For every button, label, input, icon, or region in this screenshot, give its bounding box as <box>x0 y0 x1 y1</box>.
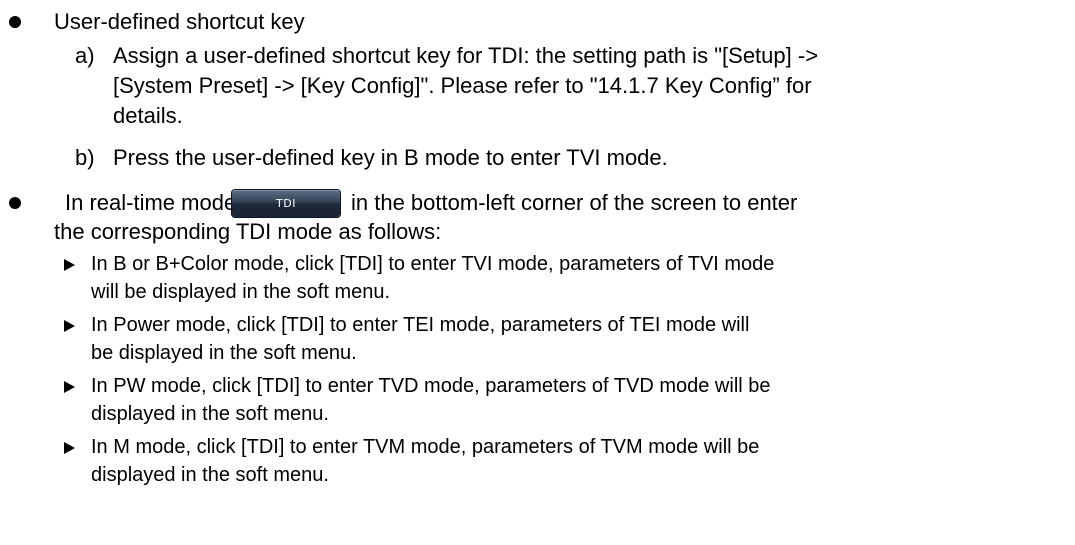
document-page: User-defined shortcut key a) Assign a us… <box>0 0 1075 545</box>
list-item-line: In Power mode, click [TDI] to enter TEI … <box>91 314 750 336</box>
intro-text-after-button: in the bottom-left corner of the screen … <box>351 190 798 215</box>
bullet-icon <box>9 197 21 209</box>
list-item-line: In M mode, click [TDI] to enter TVM mode… <box>91 436 760 458</box>
section-title: User-defined shortcut key <box>54 9 305 34</box>
arrow-bullet-icon <box>64 442 75 454</box>
step-line: Press the user-defined key in B mode to … <box>113 145 668 170</box>
list-item-line: In PW mode, click [TDI] to enter TVD mod… <box>91 375 771 397</box>
arrow-bullet-icon <box>64 259 75 271</box>
step-marker: a) <box>75 43 95 68</box>
arrow-bullet-icon <box>64 320 75 332</box>
bullet-icon <box>9 16 21 28</box>
list-item-line: In B or B+Color mode, click [TDI] to ent… <box>91 253 775 275</box>
arrow-bullet-icon <box>64 381 75 393</box>
step-marker: b) <box>75 145 95 170</box>
list-item-line: be displayed in the soft menu. <box>91 342 357 364</box>
step-line: details. <box>113 103 183 128</box>
list-item-line: displayed in the soft menu. <box>91 403 329 425</box>
step-line: Assign a user-defined shortcut key for T… <box>113 43 819 68</box>
step-line: [System Preset] -> [Key Config]". Please… <box>113 73 812 98</box>
intro-text-line2: the corresponding TDI mode as follows: <box>54 219 442 244</box>
list-item-line: will be displayed in the soft menu. <box>91 281 391 303</box>
list-item-line: displayed in the soft menu. <box>91 464 329 486</box>
tdi-button[interactable]: TDI <box>232 190 340 217</box>
